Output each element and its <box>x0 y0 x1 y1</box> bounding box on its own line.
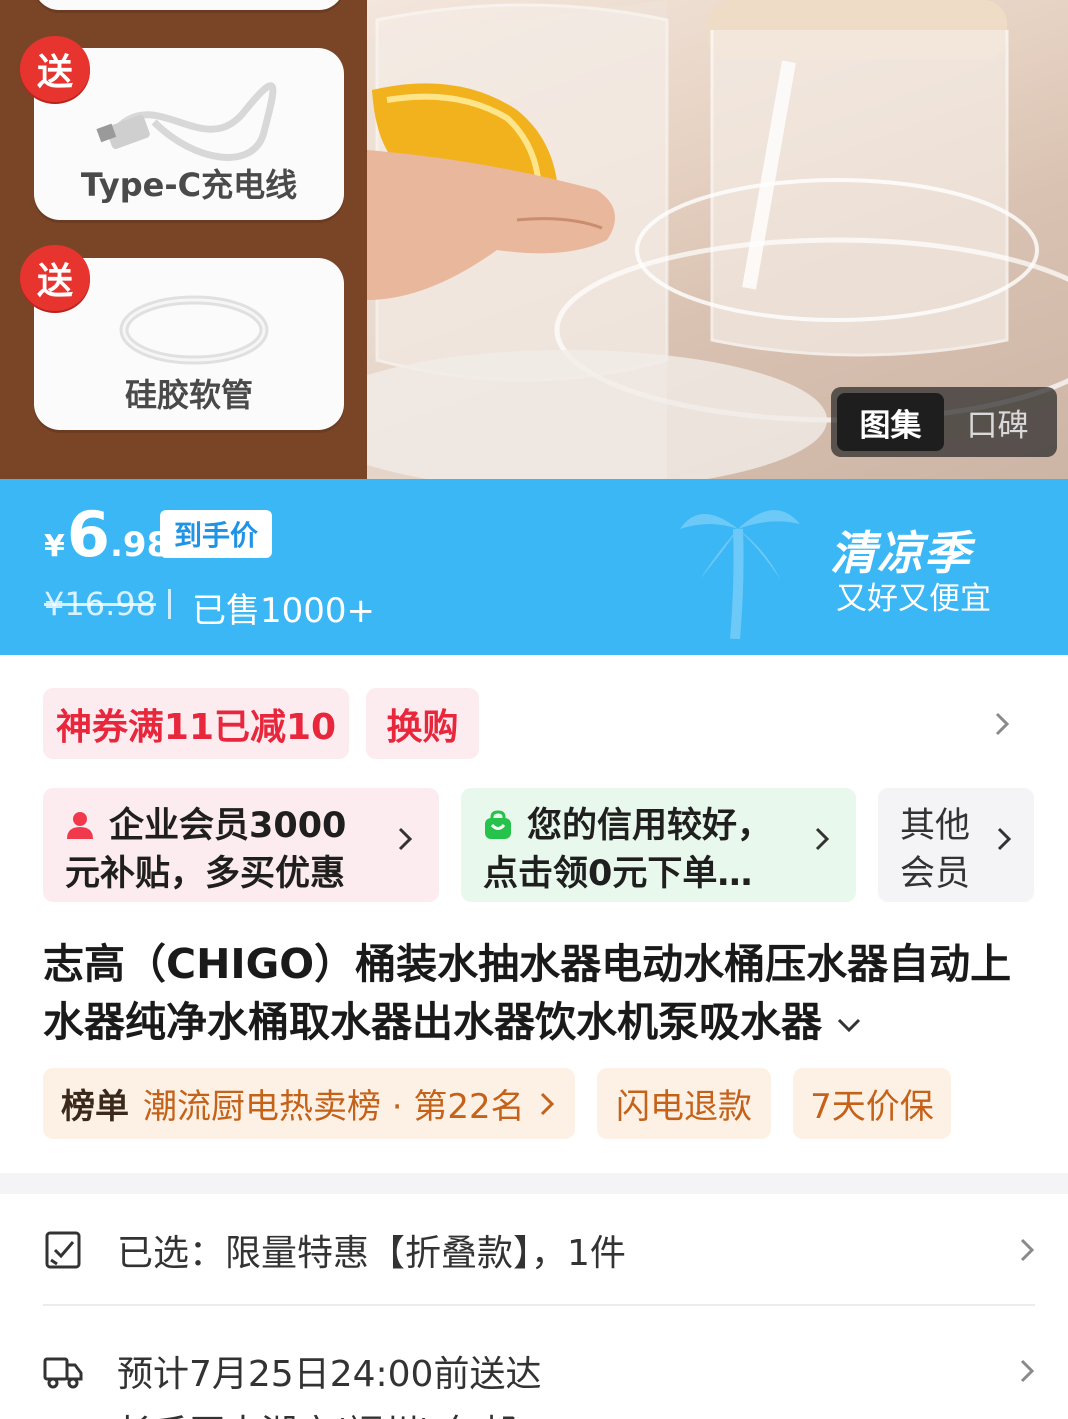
chevron-right-icon <box>398 827 413 851</box>
enterprise-member-card[interactable]: 企业会员3000 元补贴，多买优惠 <box>43 788 439 902</box>
original-price: ¥16.98 <box>44 585 156 623</box>
coupon-chip[interactable]: 神券满11已减10 <box>43 688 349 759</box>
chevron-right-icon <box>540 1092 554 1115</box>
delivery-estimate: 预计7月25日24:00前送达 <box>117 1354 542 1395</box>
other-line2: 会员 <box>900 854 971 894</box>
gift-tag: 送 <box>20 36 90 102</box>
enterprise-line1: 企业会员3000 <box>109 806 347 846</box>
chevron-right-icon <box>1020 1238 1035 1262</box>
tab-gallery[interactable]: 图集 <box>837 393 944 451</box>
selection-card: 已选：限量特惠【折叠款】，1件 预计7月25日24:00前送达 长千区太湖店(福… <box>0 1194 1068 1419</box>
chevron-right-icon <box>997 827 1012 851</box>
product-gallery[interactable]: Type-C充电线 硅胶软管 送 送 图集 口碑 <box>0 0 1068 479</box>
gallery-toggle: 图集 口碑 <box>831 387 1057 457</box>
tab-reviews[interactable]: 口碑 <box>944 393 1051 451</box>
gift-name: Type-C充电线 <box>80 166 298 204</box>
user-icon <box>67 812 93 839</box>
price-integer: 6 <box>66 498 111 571</box>
final-price-badge: 到手价 <box>160 510 272 558</box>
price-banner: ¥ 6 .98 到手价 ¥16.98 已售1000+ 清凉季 又好又便宜 <box>0 479 1068 655</box>
palm-tree-icon <box>680 510 800 639</box>
sold-count: 已售1000+ <box>192 591 376 631</box>
current-price: ¥ 6 .98 <box>44 504 170 566</box>
chevron-right-icon <box>815 827 830 851</box>
gift-strip: Type-C充电线 硅胶软管 送 送 <box>0 0 367 479</box>
chevron-right-icon[interactable] <box>994 711 1010 737</box>
chevron-down-icon[interactable] <box>836 1017 862 1033</box>
price-protection-tag: 7天价保 <box>793 1068 951 1139</box>
ranking-value: 潮流厨电热卖榜 · 第22名 <box>143 1087 525 1127</box>
enterprise-line2: 元补贴，多买优惠 <box>65 854 346 894</box>
product-info-card: 神券满11已减10 换购 企业会员3000 元补贴，多买优惠 您的信用较好， 点… <box>0 655 1068 1173</box>
shopping-bag-icon <box>485 810 511 839</box>
selected-spec-text: 已选：限量特惠【折叠款】，1件 <box>117 1233 626 1274</box>
credit-privilege-card[interactable]: 您的信用较好， 点击领0元下单特权 <box>461 788 856 902</box>
delivery-truck-icon <box>43 1357 83 1389</box>
ranking-tag[interactable]: 榜单 潮流厨电热卖榜 · 第22名 <box>43 1068 575 1139</box>
product-title-text: 志高（CHIGO）桶装水抽水器电动水桶压水器自动上水器纯净水桶取水器出水器饮水机… <box>43 940 1012 1046</box>
other-membership-card[interactable]: 其他 会员 <box>878 788 1034 902</box>
credit-line1: 您的信用较好， <box>527 806 773 846</box>
usb-cable-icon <box>96 82 277 161</box>
delivery-address: 长千区太湖店(福州) 包邮 <box>117 1404 517 1419</box>
fast-refund-tag: 闪电退款 <box>597 1068 771 1139</box>
credit-line2: 点击领0元下单特权 <box>483 854 783 894</box>
gift-card <box>34 0 344 10</box>
promo-subtitle: 又好又便宜 <box>836 581 991 617</box>
ranking-label: 榜单 <box>61 1087 129 1127</box>
swap-chip[interactable]: 换购 <box>366 688 479 759</box>
currency-symbol: ¥ <box>44 529 65 564</box>
selected-spec-row[interactable]: 已选：限量特惠【折叠款】，1件 <box>43 1196 1035 1306</box>
gift-name: 硅胶软管 <box>124 376 253 414</box>
product-title[interactable]: 志高（CHIGO）桶装水抽水器电动水桶压水器自动上水器纯净水桶取水器出水器饮水机… <box>43 935 1033 1051</box>
silicone-tube-icon <box>119 295 269 365</box>
chevron-right-icon <box>1020 1359 1035 1383</box>
gift-tag: 送 <box>20 245 90 311</box>
clipboard-check-icon <box>45 1231 81 1269</box>
divider <box>168 589 171 619</box>
